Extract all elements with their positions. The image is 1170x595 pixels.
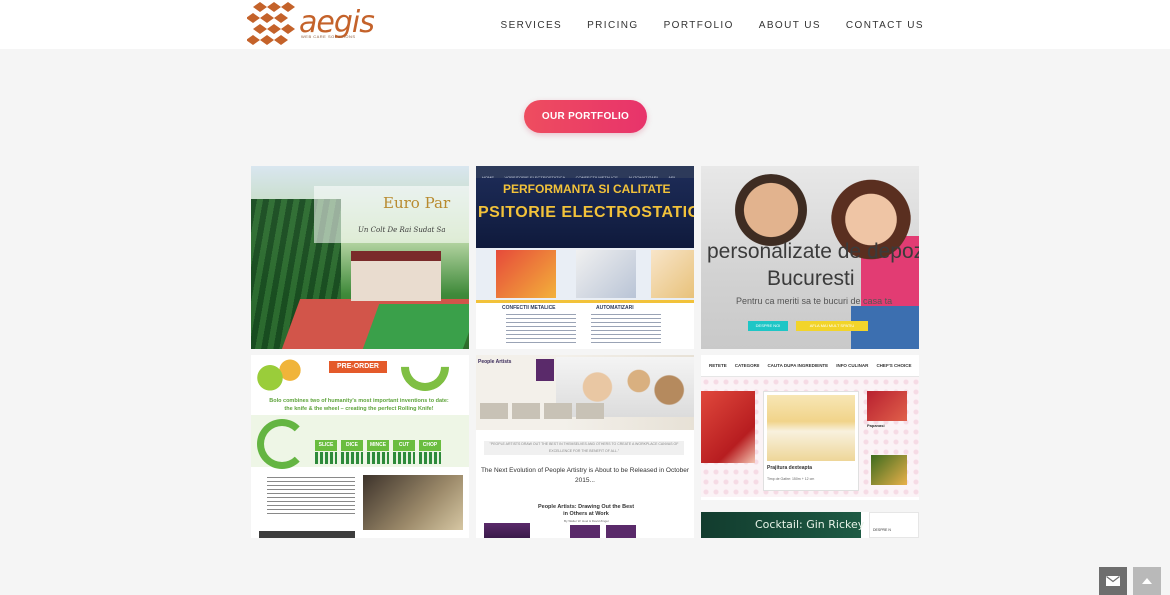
tile-slogan: Un Colt De Rai Sudat Sa [358,226,446,234]
tile-photo [651,250,694,298]
portfolio-tile-bolo[interactable]: PRE-ORDER Bolo combines two of humanity'… [251,355,469,538]
tile-banner-text: PSITORIE ELECTROSTATIC [478,204,694,221]
tile-menu-item: CATEGORII [734,363,760,368]
tile-cut-icon [341,452,363,464]
tile-chip: CUT [393,440,415,451]
tile-text-block [591,314,661,344]
tile-title-city: Bucuresti [767,267,855,290]
tile-video-thumb [363,475,463,530]
portfolio-tile-depozitare[interactable]: personalizate de depozi Bucuresti Pentru… [701,166,919,349]
diamond-grid-logo-icon [247,2,295,45]
tile-video-thumb [259,531,355,538]
tile-side-title: Papanasi [867,423,885,428]
tile-thumb [512,403,540,419]
tile-cut-icon [393,452,415,464]
envelope-icon [1106,576,1120,586]
tile-label: CONFECTII METALICE [502,305,556,311]
chevron-up-icon [1142,578,1152,584]
tile-side-box [869,512,919,538]
our-portfolio-button[interactable]: OUR PORTFOLIO [524,100,647,133]
back-to-top-button[interactable] [1133,567,1161,595]
tile-photo [496,250,556,298]
nav-contact-us[interactable]: CONTACT US [846,20,924,31]
tile-chips: SLICE DICE MINCE CUT CHOP [315,440,441,451]
portfolio-tile-vopsitorie[interactable]: HOME VOPSITORIE ELECTROSTATICA CONFECTII… [476,166,694,349]
tile-divider [476,300,694,303]
tile-chip: SLICE [315,440,337,451]
tile-book-cover [570,525,600,538]
tile-authors: By Walter W. Hoel & David Zinger [564,519,609,523]
tile-thumb [480,403,508,419]
tile-menu-item: INFO CULINAR [836,363,869,368]
tile-cut-icon [315,452,337,464]
nav-about-us[interactable]: ABOUT US [759,20,821,31]
tile-quote: "PEOPLE ARTISTS DRAW OUT THE BEST IN THE… [484,441,684,455]
tile-hotel [351,251,441,301]
tile-photo [576,250,636,298]
tile-cocktail-title: Cocktail: Gin Rickey [755,518,865,531]
tile-subtitle: Pentru ca meriti sa te bucuri de casa ta [736,296,893,306]
contact-button[interactable] [1099,567,1127,595]
portfolio-tile-europark[interactable]: Euro Par Un Colt De Rai Sudat Sa [251,166,469,349]
tile-intro-text: Bolo combines two of humanity's most imp… [269,398,449,412]
tile-book-title: People Artists: Drawing Out the Best in … [537,504,635,517]
tile-thumbs [480,403,604,419]
portfolio-tile-people-artists[interactable]: People Artists "PEOPLE ARTISTS DRAW OUT … [476,355,694,538]
tile-menu: RETETE CATEGORII CAUTA DUPA INGREDIENTE … [701,355,919,377]
tile-cake-image [767,395,855,461]
nav-services[interactable]: SERVICES [501,20,563,31]
tile-wheel-graphic [257,419,307,469]
tile-button-despre: DESPRE NOI [748,321,788,331]
tile-icon-row [315,452,441,464]
tile-title: personalizate de depozi [707,240,919,263]
tile-drink-image [701,391,755,463]
logo[interactable]: aegis web care solutions [247,1,407,47]
tile-book-cover [606,525,636,538]
tile-side-image [871,455,907,485]
nav-portfolio[interactable]: PORTFOLIO [664,20,734,31]
tile-fruit-image [255,355,305,393]
tile-menu-item: CAUTA DUPA INGREDIENTE [767,363,829,368]
tile-chip: CHOP [419,440,441,451]
site-header: aegis web care solutions SERVICES PRICIN… [0,0,1170,49]
tile-despre-label: DESPRE N [873,528,891,532]
tile-cut-icon [367,452,389,464]
portfolio-tile-retete[interactable]: RETETE CATEGORII CAUTA DUPA INGREDIENTE … [701,355,919,538]
tile-book-cover [484,523,530,538]
tile-cut-icon [419,452,441,464]
tile-recipe-title: Prajitura dexteapta [767,465,813,471]
tile-preorder-badge: PRE-ORDER [329,361,387,373]
tile-menu-item: RETETE [709,363,727,368]
tile-feature-list [267,477,355,517]
tile-thumb [576,403,604,419]
tile-field [362,304,469,349]
tile-chip: DICE [341,440,363,451]
tile-book-image [536,359,554,381]
tile-side-image [867,391,907,421]
tile-headline: PERFORMANTA SI CALITATE [503,182,671,196]
tile-thumb [544,403,572,419]
tile-hero-title: People Artists [478,359,512,365]
tile-news: The Next Evolution of People Artistry is… [480,467,690,484]
nav-pricing[interactable]: PRICING [587,20,638,31]
tile-text-block [506,314,576,344]
tile-topbar: HOME VOPSITORIE ELECTROSTATICA CONFECTII… [476,166,694,198]
tile-menu-item: CHEF'S CHOICE [876,363,912,368]
tile-brand: Euro Par [383,194,451,212]
tile-button-afla: AFLA MAI MULT SPATIU [796,321,868,331]
main-nav: SERVICES PRICING PORTFOLIO ABOUT US CONT… [476,20,925,31]
tile-chip: MINCE [367,440,389,451]
logo-tagline: web care solutions [301,34,356,39]
tile-recipe-info: Timp de Gatire: 150m + 12 cm [767,477,815,481]
tile-gap [701,500,919,512]
tile-label: AUTOMATIZARI [596,305,634,311]
